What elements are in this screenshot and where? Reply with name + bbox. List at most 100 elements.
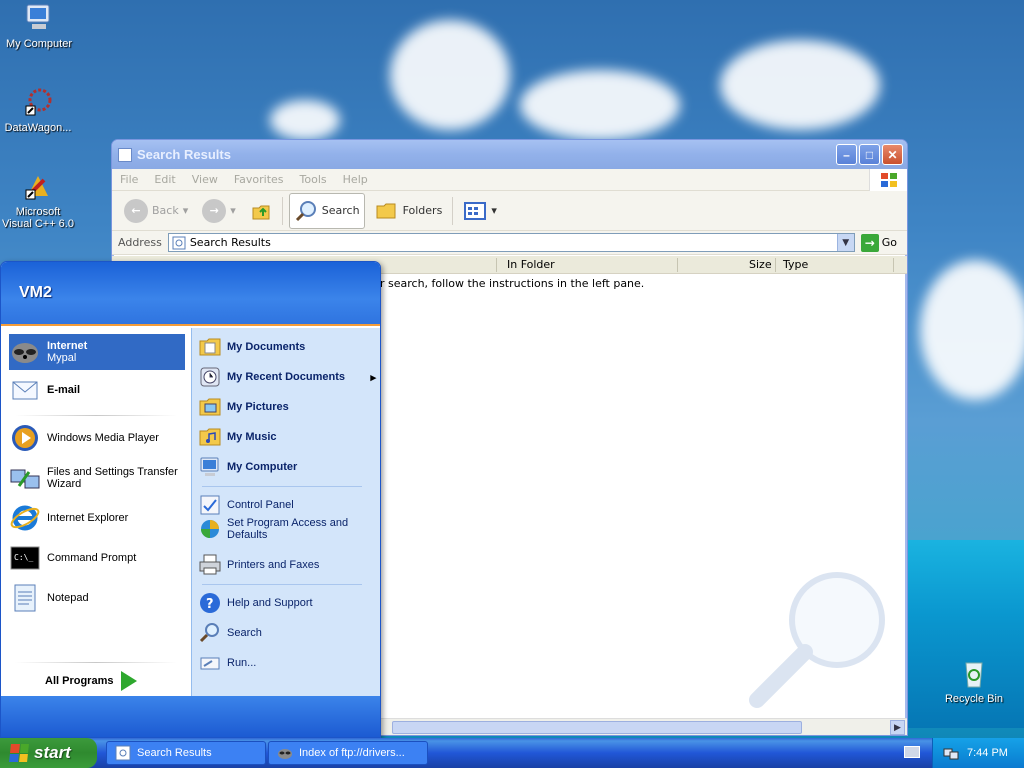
close-button[interactable]: ✕ — [882, 144, 903, 165]
address-field[interactable]: Search Results ▼ — [167, 233, 855, 252]
start-item-help-and-support[interactable]: ? Help and Support — [198, 591, 376, 615]
back-label: Back — [152, 204, 179, 217]
taskbar-item-label: Index of ftp://drivers... — [299, 747, 405, 759]
search-icon — [295, 200, 316, 221]
views-icon — [464, 201, 487, 220]
search-button[interactable]: Search — [288, 192, 365, 229]
scrollbar-thumb[interactable] — [392, 721, 802, 734]
media-player-icon — [12, 425, 38, 451]
search-results-icon — [172, 236, 186, 249]
computer-icon — [23, 2, 55, 34]
up-folder-button[interactable] — [246, 197, 276, 225]
taskbar: start Search Results Index of ftp://driv… — [0, 738, 1024, 768]
my-recent-documents-label: My Recent Documents — [227, 371, 345, 383]
go-arrow-icon: → — [860, 233, 879, 252]
toolbar: ← Back ▾ → ▾ Search Folders ▾ — [112, 191, 907, 231]
desktop-cloud — [720, 40, 880, 130]
windows-flag-icon — [9, 744, 29, 762]
raccoon-icon — [278, 749, 292, 759]
start-menu-separator — [15, 662, 177, 663]
start-item-internet-explorer[interactable]: Internet Explorer — [9, 502, 185, 534]
start-item-my-documents[interactable]: My Documents — [198, 335, 376, 359]
start-item-internet[interactable]: Internet Mypal — [9, 334, 185, 370]
start-item-command-prompt[interactable]: C:\_ Command Prompt — [9, 542, 185, 574]
menu-file[interactable]: File — [112, 173, 146, 186]
back-arrow-icon: ← — [124, 198, 148, 223]
start-item-control-panel[interactable]: Control Panel — [198, 493, 376, 517]
start-item-my-music[interactable]: My Music — [198, 425, 376, 449]
taskbar-item-ftp-index[interactable]: Index of ftp://drivers... — [268, 741, 428, 765]
column-in-folder[interactable]: In Folder — [507, 258, 555, 271]
keyboard-icon[interactable] — [904, 746, 920, 758]
start-button[interactable]: start — [0, 738, 97, 768]
notepad-icon — [14, 584, 36, 612]
menu-edit[interactable]: Edit — [146, 173, 183, 186]
taskbar-item-label: Search Results — [137, 747, 212, 759]
command-prompt-label: Command Prompt — [47, 552, 137, 564]
start-item-files-transfer-wizard[interactable]: Files and Settings Transfer Wizard — [9, 462, 185, 494]
recent-documents-icon — [200, 367, 220, 387]
start-item-notepad[interactable]: Notepad — [9, 582, 185, 614]
start-item-windows-media-player[interactable]: Windows Media Player — [9, 422, 185, 454]
start-item-set-program-access[interactable]: Set Program Access and Defaults — [198, 517, 376, 541]
desktop-icon-label: Recycle Bin — [944, 693, 1004, 705]
search-icon — [199, 623, 219, 643]
start-item-my-pictures[interactable]: My Pictures — [198, 395, 376, 419]
all-programs-button[interactable]: All Programs — [45, 671, 138, 691]
column-divider — [775, 258, 776, 272]
column-type[interactable]: Type — [783, 258, 808, 271]
desktop-icon-my-computer[interactable]: My Computer — [1, 2, 77, 50]
transfer-wizard-label: Files and Settings Transfer Wizard — [47, 466, 178, 490]
control-panel-label: Control Panel — [227, 499, 294, 511]
my-music-icon — [199, 428, 221, 446]
minimize-button[interactable]: – — [836, 144, 857, 165]
scroll-right-button[interactable]: ▶ — [890, 720, 905, 735]
network-icon[interactable] — [943, 745, 959, 761]
desktop-icon-label: Microsoft Visual C++ 6.0 — [2, 206, 74, 230]
maximize-icon: □ — [865, 147, 874, 162]
run-label: Run... — [227, 657, 257, 669]
start-item-email[interactable]: E-mail — [9, 374, 185, 406]
start-item-my-recent-documents[interactable]: My Recent Documents ▸ — [198, 365, 376, 389]
control-panel-icon — [200, 495, 220, 515]
desktop-icon-visual-cpp[interactable]: Microsoft Visual C++ 6.0 — [0, 170, 76, 230]
folders-button[interactable]: Folders — [371, 197, 447, 225]
desktop-cloud — [920, 260, 1024, 400]
desktop-icon-recycle-bin[interactable]: Recycle Bin — [936, 657, 1012, 705]
menu-help[interactable]: Help — [335, 173, 376, 186]
forward-button[interactable]: → ▾ — [198, 196, 240, 226]
start-menu: VM2 Internet Mypal E-mail Windows Media … — [0, 261, 381, 738]
start-item-my-computer[interactable]: My Computer — [198, 455, 376, 479]
my-pictures-icon — [199, 398, 221, 416]
back-button[interactable]: ← Back ▾ — [120, 196, 192, 226]
desktop-icon-datawagon[interactable]: DataWagon... — [0, 86, 76, 134]
media-player-label: Windows Media Player — [47, 432, 159, 444]
start-item-printers-and-faxes[interactable]: Printers and Faxes — [198, 553, 376, 577]
start-item-search[interactable]: Search — [198, 621, 376, 645]
close-icon: ✕ — [887, 147, 898, 162]
address-dropdown-button[interactable]: ▼ — [836, 234, 854, 251]
folders-label: Folders — [402, 204, 443, 217]
go-button[interactable]: → Go — [860, 233, 907, 252]
menu-favorites[interactable]: Favorites — [226, 173, 292, 186]
chevron-down-icon: ▼ — [842, 237, 850, 248]
chevron-down-icon: ▾ — [230, 204, 236, 217]
clock[interactable]: 7:44 PM — [967, 747, 1008, 759]
column-size[interactable]: Size — [749, 258, 772, 271]
menu-tools[interactable]: Tools — [292, 173, 335, 186]
views-button[interactable]: ▾ — [459, 198, 501, 224]
window-titlebar[interactable]: Search Results – □ ✕ — [112, 140, 907, 169]
program-access-icon — [201, 520, 219, 538]
system-tray: 7:44 PM — [932, 738, 1024, 768]
menu-view[interactable]: View — [184, 173, 226, 186]
up-folder-icon — [252, 205, 270, 219]
internet-explorer-icon — [10, 505, 40, 531]
taskbar-item-search-results[interactable]: Search Results — [106, 741, 266, 765]
computer-icon — [200, 457, 219, 476]
my-computer-label: My Computer — [227, 461, 298, 473]
maximize-button[interactable]: □ — [859, 144, 880, 165]
desktop-cloud — [270, 100, 340, 140]
start-item-run[interactable]: Run... — [198, 651, 376, 675]
email-icon — [12, 381, 38, 400]
transfer-wizard-icon — [10, 469, 40, 489]
